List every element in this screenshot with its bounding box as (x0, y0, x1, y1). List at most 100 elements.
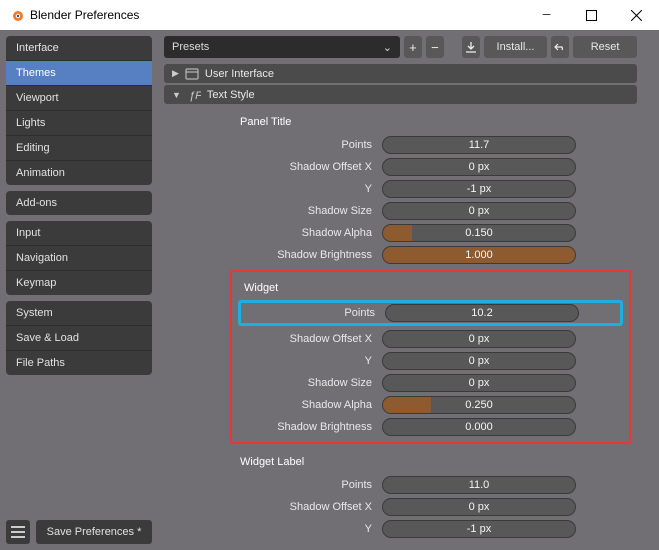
blender-icon (8, 7, 24, 23)
field-label: Shadow Alpha (164, 227, 376, 239)
panel-label: User Interface (205, 68, 274, 80)
chevron-down-icon: ▼ (172, 90, 181, 100)
sidebar-item-viewport[interactable]: Viewport (6, 86, 152, 111)
value-text: 11.7 (469, 139, 490, 151)
value-text: 1.000 (465, 249, 493, 261)
property-row: Shadow Brightness 1.000 (164, 244, 637, 266)
value-text: 10.2 (471, 307, 492, 319)
preset-add-button[interactable]: + (404, 36, 422, 58)
panel-text-style[interactable]: ▼ ƒF Text Style (164, 85, 637, 104)
field-label: Shadow Brightness (234, 421, 376, 433)
value-slider-shadow-size[interactable]: 0 px (382, 374, 576, 392)
text-icon: ƒF (187, 88, 201, 102)
svg-text:ƒF: ƒF (189, 90, 201, 102)
value-text: 0 px (469, 205, 490, 217)
panel-user-interface[interactable]: ▶ User Interface (164, 64, 637, 83)
field-label: Points (243, 307, 379, 319)
sidebar-item-system[interactable]: System (6, 301, 152, 326)
property-row: Y -1 px (164, 178, 637, 200)
sidebar-item-keymap[interactable]: Keymap (6, 271, 152, 295)
value-slider-points[interactable]: 11.0 (382, 476, 576, 494)
presets-dropdown[interactable]: Presets ⌄ (164, 36, 400, 58)
value-text: 0 px (469, 501, 490, 513)
section-widget: Widget (234, 276, 627, 300)
field-label: Points (164, 139, 376, 151)
property-row: Shadow Offset X 0 px (164, 496, 637, 518)
property-row: Points 11.7 (164, 134, 637, 156)
save-preferences-button[interactable]: Save Preferences * (36, 520, 152, 544)
property-row: Shadow Size 0 px (234, 372, 627, 394)
highlight-red-box: Widget Points 10.2 Shadow Offset X0 px Y 0 p… (230, 270, 631, 444)
sidebar: InterfaceThemesViewportLightsEditingAnim… (0, 30, 158, 550)
value-text: 0 px (469, 333, 490, 345)
minimize-button[interactable]: ─ (524, 0, 569, 30)
value-slider-shadow-brightness[interactable]: 0.000 (382, 418, 576, 436)
sidebar-item-editing[interactable]: Editing (6, 136, 152, 161)
value-slider-points[interactable]: 10.2 (385, 304, 579, 322)
property-row: Points 11.0 (164, 474, 637, 496)
undo-icon[interactable] (551, 36, 569, 58)
value-slider-shadow-offset-x[interactable]: 0 px (382, 330, 576, 348)
value-text: 0 px (469, 161, 490, 173)
sidebar-item-animation[interactable]: Animation (6, 161, 152, 185)
value-slider-shadow-offset-x[interactable]: 0 px (382, 498, 576, 516)
sidebar-item-input[interactable]: Input (6, 221, 152, 246)
property-row: Shadow Offset X 0 px (164, 156, 637, 178)
sidebar-item-lights[interactable]: Lights (6, 111, 152, 136)
value-text: 0.150 (465, 227, 493, 239)
value-slider-shadow-alpha[interactable]: 0.150 (382, 224, 576, 242)
main: Presets ⌄ + − Install... Reset ▶ User In… (158, 30, 659, 550)
property-row: Y 0 px (234, 350, 627, 372)
value-slider-y[interactable]: -1 px (382, 180, 576, 198)
chevron-right-icon: ▶ (172, 68, 179, 79)
field-label: Shadow Brightness (164, 249, 376, 261)
install-button[interactable]: Install... (484, 36, 548, 58)
value-slider-shadow-brightness[interactable]: 1.000 (382, 246, 576, 264)
reset-button[interactable]: Reset (573, 36, 637, 58)
titlebar: Blender Preferences ─ (0, 0, 659, 30)
install-label: Install... (497, 41, 535, 53)
field-label: Y (164, 183, 376, 195)
field-label: Shadow Offset X (164, 161, 376, 173)
field-label: Y (164, 523, 376, 535)
chevron-down-icon: ⌄ (383, 41, 392, 54)
property-row: Shadow Offset X0 px (234, 328, 627, 350)
close-button[interactable] (614, 0, 659, 30)
value-slider-shadow-offset-x[interactable]: 0 px (382, 158, 576, 176)
maximize-button[interactable] (569, 0, 614, 30)
property-row: Shadow Alpha 0.250 (234, 394, 627, 416)
value-text: 0 px (469, 355, 490, 367)
value-slider-y[interactable]: 0 px (382, 352, 576, 370)
ui-icon (185, 67, 199, 81)
toolbar: Presets ⌄ + − Install... Reset (164, 36, 637, 58)
value-text: 11.0 (469, 479, 490, 491)
section-widget-label: Widget Label (164, 450, 637, 474)
field-label: Points (164, 479, 376, 491)
field-label: Shadow Alpha (234, 399, 376, 411)
sidebar-item-save-load[interactable]: Save & Load (6, 326, 152, 351)
value-slider-shadow-size[interactable]: 0 px (382, 202, 576, 220)
highlight-blue-box: Points 10.2 (238, 300, 623, 326)
sidebar-item-add-ons[interactable]: Add-ons (6, 191, 152, 215)
field-label: Shadow Size (164, 205, 376, 217)
presets-label: Presets (172, 41, 209, 53)
field-label: Shadow Offset X (164, 501, 376, 513)
preset-remove-button[interactable]: − (426, 36, 444, 58)
value-slider-y[interactable]: -1 px (382, 520, 576, 538)
property-row: Shadow Brightness 0.000 (234, 416, 627, 438)
hamburger-button[interactable] (6, 520, 30, 544)
value-slider-points[interactable]: 11.7 (382, 136, 576, 154)
reset-label: Reset (591, 41, 620, 53)
sidebar-item-themes[interactable]: Themes (6, 61, 152, 86)
value-text: -1 px (467, 523, 491, 535)
field-label: Y (234, 355, 376, 367)
install-import-icon[interactable] (462, 36, 480, 58)
value-text: -1 px (467, 183, 491, 195)
value-slider-shadow-alpha[interactable]: 0.250 (382, 396, 576, 414)
panel-label: Text Style (207, 89, 255, 101)
field-label: Shadow Size (234, 377, 376, 389)
sidebar-item-navigation[interactable]: Navigation (6, 246, 152, 271)
value-text: 0.250 (465, 399, 493, 411)
sidebar-item-interface[interactable]: Interface (6, 36, 152, 61)
sidebar-item-file-paths[interactable]: File Paths (6, 351, 152, 375)
